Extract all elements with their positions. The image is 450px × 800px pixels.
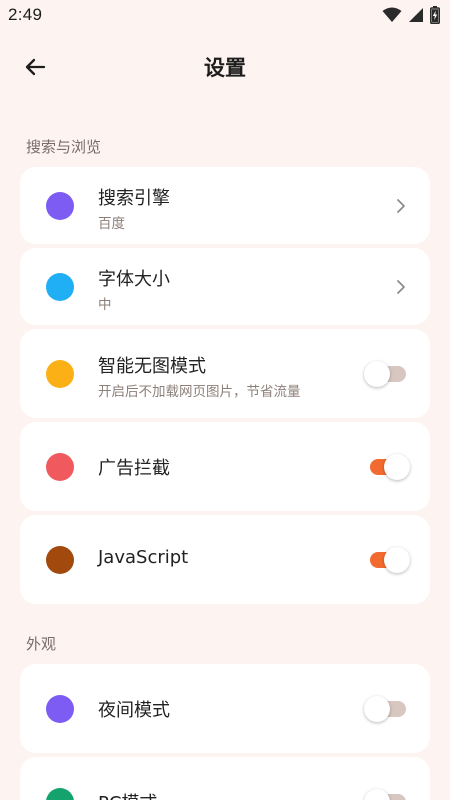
javascript-toggle[interactable] [368,545,410,575]
setting-value: 中 [98,297,112,313]
chevron-right-icon [397,199,405,213]
section-title-appearance: 外观 [26,635,57,653]
toggle-thumb [384,547,410,573]
setting-label: 搜索引擎 [98,188,170,209]
no-image-mode-toggle[interactable] [364,359,408,389]
setting-label: 字体大小 [98,269,170,290]
setting-label: JavaScript [98,547,189,568]
setting-value: 百度 [98,216,125,232]
chevron-right-icon [397,280,405,294]
status-bar: 2:49 [0,0,450,32]
setting-search-engine[interactable]: 搜索引擎 百度 [20,167,430,244]
pc-mode-dot [46,788,74,800]
search-engine-dot [46,192,74,220]
setting-no-image-mode[interactable]: 智能无图模式 开启后不加载网页图片，节省流量 [20,329,430,418]
setting-label: 夜间模式 [98,700,170,721]
setting-label: PC模式 [98,789,157,800]
night-mode-toggle[interactable] [364,694,408,724]
setting-night-mode[interactable]: 夜间模式 [20,664,430,753]
toggle-thumb [364,361,390,387]
pc-mode-toggle[interactable] [364,787,408,800]
setting-font-size[interactable]: 字体大小 中 [20,248,430,325]
night-mode-dot [46,695,74,723]
toggle-thumb [384,454,410,480]
font-size-dot [46,273,74,301]
javascript-dot [46,546,74,574]
ad-block-dot [46,453,74,481]
setting-javascript[interactable]: JavaScript [20,515,430,604]
page-title: 设置 [204,56,246,80]
no-image-mode-dot [46,360,74,388]
setting-ad-block[interactable]: 广告拦截 [20,422,430,511]
status-time: 2:49 [8,5,43,24]
setting-description: 开启后不加载网页图片，节省流量 [98,384,301,400]
signal-icon [409,8,423,22]
section-title-search-browse: 搜索与浏览 [26,138,102,156]
toggle-thumb [364,789,390,800]
ad-block-toggle[interactable] [368,452,410,482]
setting-label: 智能无图模式 [98,356,206,377]
wifi-icon [382,7,402,22]
battery-charging-icon [430,6,440,24]
setting-label: 广告拦截 [98,458,170,479]
status-icons [382,6,440,24]
app-bar: 设置 [0,32,450,100]
toggle-thumb [364,696,390,722]
setting-pc-mode[interactable]: PC模式 [20,757,430,800]
